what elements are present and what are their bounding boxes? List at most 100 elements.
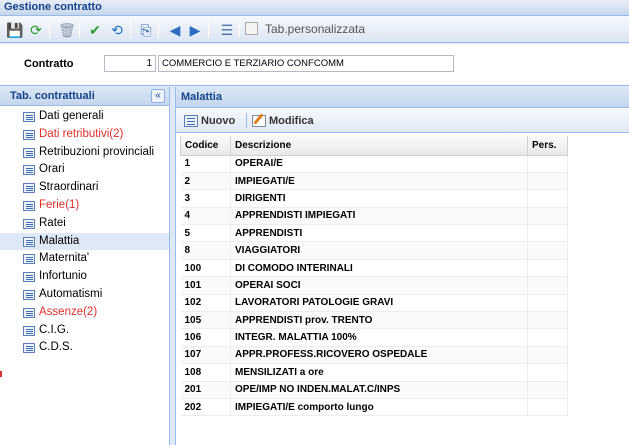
nav-item[interactable]: Straordinari bbox=[0, 179, 169, 197]
table-row[interactable]: 105 APPRENDISTI prov. TRENTO bbox=[180, 311, 568, 330]
table-row[interactable]: 102 LAVORATORI PATOLOGIE GRAVI bbox=[180, 294, 568, 313]
table-icon bbox=[23, 218, 35, 229]
next-icon[interactable]: ▶ bbox=[186, 21, 204, 39]
cell-code: 4 bbox=[180, 207, 231, 226]
cell-custom bbox=[527, 207, 568, 226]
nav-item-label: Dati retributivi(2) bbox=[39, 127, 124, 140]
table-icon bbox=[23, 289, 35, 300]
contract-panel: Contratto 1 COMMERCIO E TERZIARIO CONFCO… bbox=[0, 44, 629, 86]
cell-custom bbox=[527, 189, 568, 208]
contract-tables-title: Tab. contrattuali bbox=[10, 90, 95, 102]
nav-item[interactable]: Retribuzioni provinciali bbox=[0, 144, 169, 162]
cell-custom bbox=[527, 259, 568, 278]
detail-toolbar: Nuovo Modifica bbox=[176, 108, 629, 133]
contract-tables-panel: Tab. contrattuali « Dati generali Dati re… bbox=[0, 87, 170, 445]
toolbar-separator bbox=[208, 21, 209, 38]
nav-item[interactable]: Orari bbox=[0, 161, 169, 179]
table-row[interactable]: 1 OPERAI/E bbox=[180, 155, 568, 173]
nav-item[interactable]: Automatismi bbox=[0, 286, 169, 304]
cell-code: 108 bbox=[180, 363, 231, 382]
table-icon bbox=[23, 129, 35, 140]
nav-item[interactable]: Ratei bbox=[0, 215, 169, 233]
nav-item-label: C.I.G. bbox=[39, 323, 70, 336]
table-icon bbox=[23, 112, 35, 122]
nav-item-label: Straordinari bbox=[39, 181, 99, 194]
table-row[interactable]: 2 IMPIEGATI/E bbox=[180, 172, 568, 191]
nav-item[interactable]: C.D.S. bbox=[0, 339, 169, 357]
list-icon[interactable]: ☰ bbox=[218, 21, 236, 39]
nav-item-label: Infortunio bbox=[39, 270, 87, 283]
cancel-icon[interactable]: ⟲ bbox=[108, 21, 126, 39]
table-row[interactable]: 101 OPERAI SOCI bbox=[180, 276, 568, 295]
save-icon[interactable]: 💾 bbox=[6, 21, 24, 39]
edit-button-label: Modifica bbox=[269, 114, 314, 127]
custom-table-checkbox[interactable] bbox=[245, 22, 258, 35]
detail-header: Malattia bbox=[176, 87, 629, 108]
cell-code: 101 bbox=[180, 276, 231, 295]
delete-icon[interactable]: 🗑 bbox=[58, 21, 76, 39]
table-row[interactable]: 5 APPRENDISTI bbox=[180, 224, 568, 243]
toolbar-separator bbox=[49, 21, 50, 38]
confirm-icon[interactable]: ✔ bbox=[86, 21, 104, 39]
custom-table-checkbox-label: Tab.personalizzata bbox=[265, 22, 366, 36]
new-button-label: Nuovo bbox=[201, 114, 236, 127]
cell-description: APPRENDISTI bbox=[230, 224, 528, 243]
nav-item[interactable]: Dati retributivi(2) bbox=[0, 126, 169, 144]
contract-number-field[interactable]: 1 bbox=[104, 55, 156, 72]
cell-code: 1 bbox=[180, 155, 231, 173]
table-icon bbox=[23, 343, 35, 354]
cell-custom bbox=[527, 381, 568, 399]
nav-item[interactable]: Infortunio bbox=[0, 268, 169, 286]
column-header-code[interactable]: Codice bbox=[180, 136, 231, 156]
nav-item-label: Automatismi bbox=[39, 287, 103, 300]
new-button[interactable]: Nuovo bbox=[184, 112, 235, 129]
nav-item[interactable]: Dati generali bbox=[0, 108, 169, 126]
table-row[interactable]: 4 APPRENDISTI IMPIEGATI bbox=[180, 207, 568, 226]
cell-description: INTEGR. MALATTIA 100% bbox=[230, 328, 528, 347]
cell-custom bbox=[527, 172, 568, 191]
table-icon bbox=[23, 307, 35, 318]
refresh-icon[interactable]: ⟳ bbox=[27, 21, 45, 39]
column-header-description[interactable]: Descrizione bbox=[230, 136, 528, 156]
table-row[interactable]: 100 DI COMODO INTERINALI bbox=[180, 259, 568, 278]
edge-marker bbox=[0, 371, 2, 377]
table-row[interactable]: 108 MENSILIZATI a ore bbox=[180, 363, 568, 382]
cell-custom bbox=[527, 398, 568, 417]
cell-code: 105 bbox=[180, 311, 231, 330]
table-row[interactable]: 201 OPE/IMP NO INDEN.MALAT.C/INPS bbox=[180, 381, 568, 399]
cell-custom bbox=[527, 363, 568, 382]
cell-description: OPE/IMP NO INDEN.MALAT.C/INPS bbox=[230, 381, 528, 399]
contract-label: Contratto bbox=[24, 58, 74, 70]
cell-code: 5 bbox=[180, 224, 231, 243]
sickness-table: Codice Descrizione Pers. 1 OPERAI/E 2 IMPIE… bbox=[180, 136, 568, 417]
nav-item[interactable]: Assenze(2) bbox=[0, 304, 169, 322]
table-row[interactable]: 202 IMPIEGATI/E comporto lungo bbox=[180, 398, 568, 417]
window-titlebar: Gestione contratto bbox=[0, 0, 629, 16]
collapse-panel-button[interactable]: « bbox=[151, 89, 165, 103]
cell-code: 100 bbox=[180, 259, 231, 278]
cell-description: APPR.PROFESS.RICOVERO OSPEDALE bbox=[230, 346, 528, 365]
cell-code: 3 bbox=[180, 189, 231, 208]
main-toolbar: 💾 ⟳ 🗑 ✔ ⟲ ⎘ ◀ ▶ ☰ Tab.personalizzata bbox=[0, 16, 629, 43]
cell-code: 2 bbox=[180, 172, 231, 191]
cell-code: 106 bbox=[180, 328, 231, 347]
table-row[interactable]: 107 APPR.PROFESS.RICOVERO OSPEDALE bbox=[180, 346, 568, 365]
nav-item[interactable]: Malattia bbox=[0, 232, 169, 251]
table-icon bbox=[23, 147, 35, 158]
table-icon bbox=[23, 165, 35, 176]
table-row[interactable]: 3 DIRIGENTI bbox=[180, 189, 568, 208]
column-header-custom[interactable]: Pers. bbox=[527, 136, 568, 156]
cell-code: 102 bbox=[180, 294, 231, 313]
table-row[interactable]: 106 INTEGR. MALATTIA 100% bbox=[180, 328, 568, 347]
nav-item[interactable]: Ferie(1) bbox=[0, 197, 169, 215]
prev-icon[interactable]: ◀ bbox=[166, 21, 184, 39]
nav-item-label: Maternita' bbox=[39, 252, 90, 265]
table-row[interactable]: 8 VIAGGIATORI bbox=[180, 241, 568, 260]
copy-icon[interactable]: ⎘ bbox=[137, 21, 155, 39]
edit-button[interactable]: Modifica bbox=[252, 112, 314, 129]
nav-item[interactable]: Maternita' bbox=[0, 250, 169, 268]
table-header-row: Codice Descrizione Pers. bbox=[180, 136, 568, 156]
nav-item[interactable]: C.I.G. bbox=[0, 322, 169, 340]
cell-description: DI COMODO INTERINALI bbox=[230, 259, 528, 278]
cell-description: DIRIGENTI bbox=[230, 189, 528, 208]
